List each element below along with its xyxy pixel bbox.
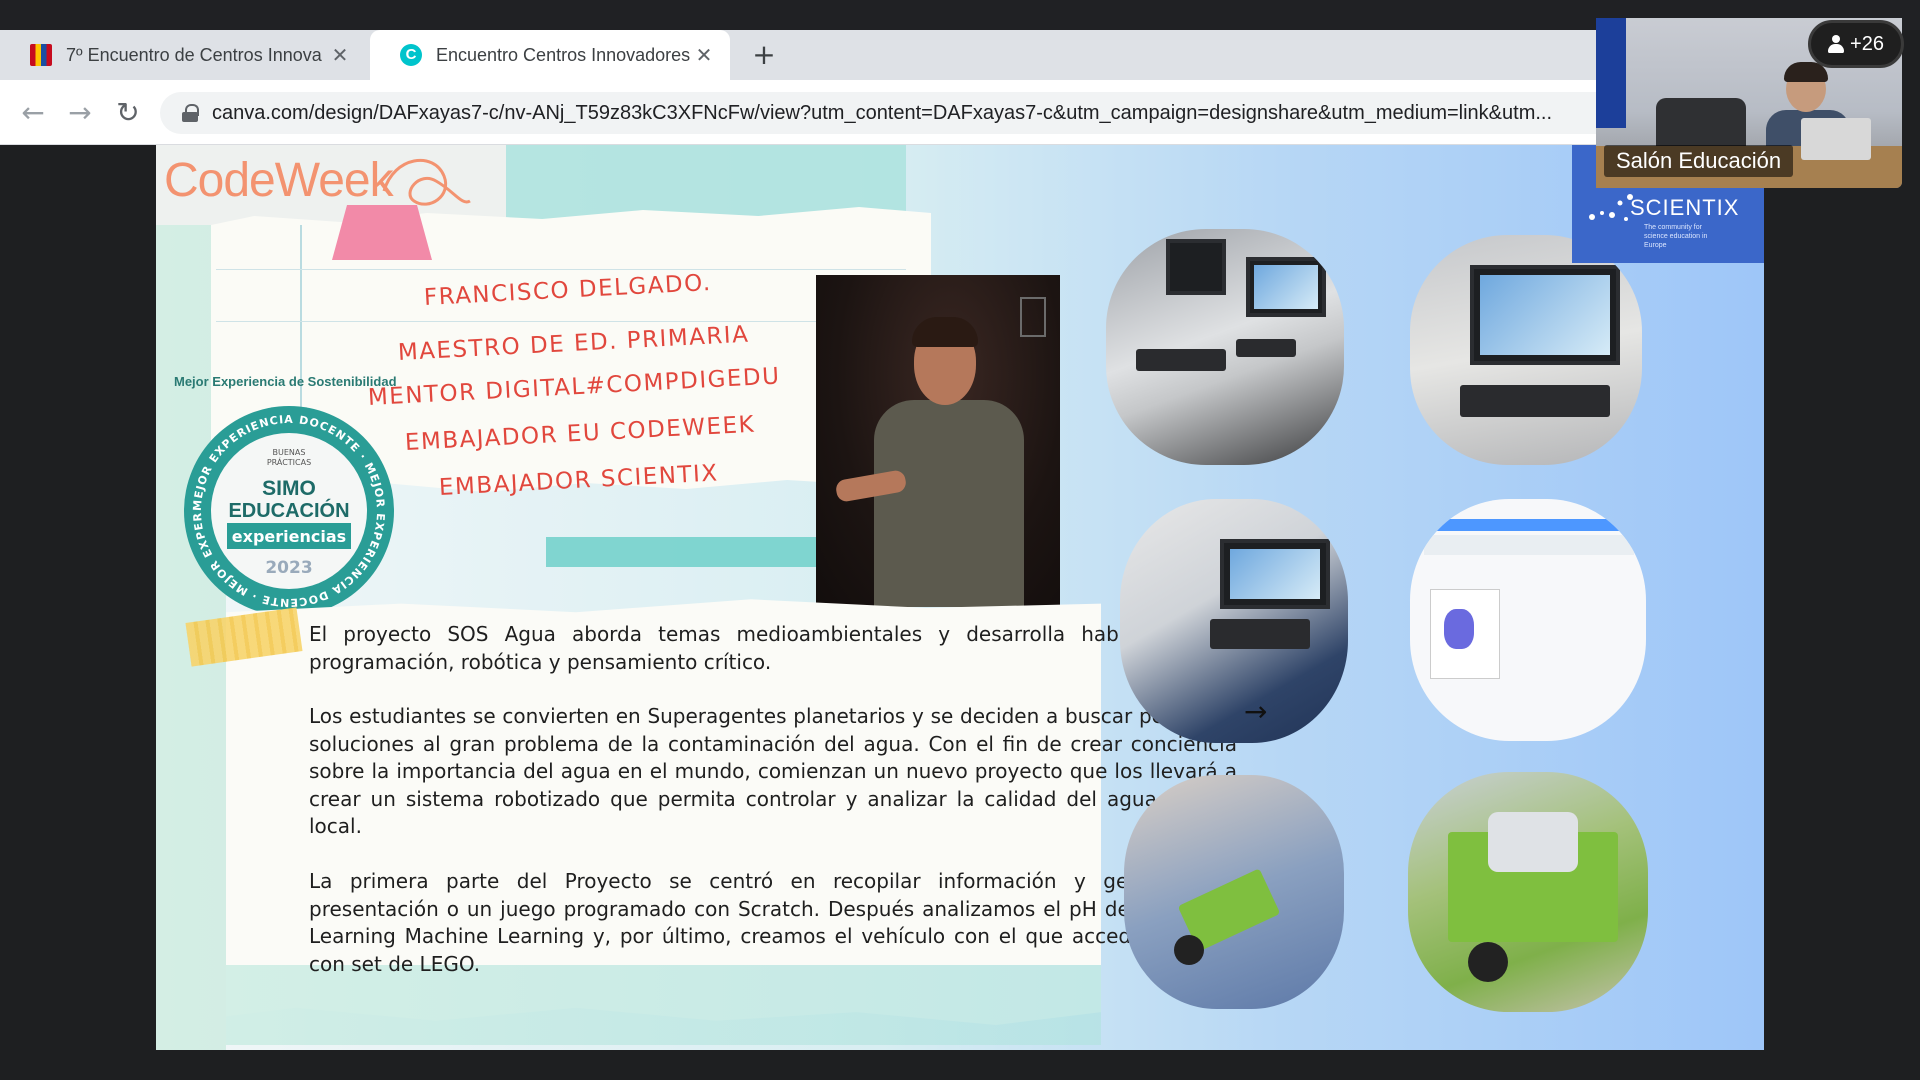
keyboard: [1210, 619, 1310, 649]
person-icon: [1828, 35, 1845, 53]
cursor-arrow-icon: →: [1244, 695, 1268, 728]
monitor-screen: [1254, 265, 1318, 309]
speaker-photo: [816, 275, 1060, 607]
scratch-screenshot-photo: [1410, 499, 1646, 741]
lego-vehicle-hands-photo: [1124, 775, 1344, 1009]
reload-icon[interactable]: ↻: [110, 95, 146, 131]
eu-flag: [1596, 18, 1626, 128]
award-title: Mejor Experiencia de Sostenibilidad: [174, 374, 397, 389]
award-line1: BUENAS: [273, 448, 306, 457]
student-laptop-photo: [1120, 499, 1348, 743]
scientix-tagline: The community for science education in E…: [1644, 224, 1708, 249]
bottom-bar: [0, 1050, 1920, 1080]
award-year: 2023: [265, 558, 312, 578]
forward-arrow-icon[interactable]: →: [62, 95, 98, 131]
lego-wheel: [1174, 935, 1204, 965]
lego-robot-photo: [1408, 772, 1648, 1012]
lego-wheel: [1468, 942, 1508, 982]
keyboard: [1460, 385, 1610, 417]
scientix-dots-icon: [1589, 194, 1633, 221]
plus-icon[interactable]: +: [747, 38, 781, 72]
exit-sign: [1020, 297, 1046, 337]
laptop-screen: [1230, 549, 1320, 599]
codeweek-logo: CodeWeek: [164, 154, 394, 207]
lego-hub: [1488, 812, 1578, 872]
url-text[interactable]: canva.com/design/DAFxayas7-c/nv-ANj_T59z…: [212, 102, 1552, 125]
keyboard: [1136, 349, 1226, 371]
award-ribbon: experiencias: [232, 527, 346, 546]
close-icon[interactable]: ✕: [694, 43, 714, 68]
address-bar[interactable]: canva.com/design/DAFxayas7-c/nv-ANj_T59z…: [160, 92, 1600, 134]
description-paragraph: La primera parte del Proyecto se centró …: [309, 869, 1237, 976]
computer-scratch-photo: [1410, 235, 1642, 465]
scratch-toolbar: [1424, 535, 1634, 555]
scientix-name: SCIENTIX: [1630, 195, 1740, 220]
canva-favicon-icon: [400, 44, 422, 66]
participants-count: +26: [1850, 32, 1884, 55]
laptop: [1801, 118, 1871, 160]
description-paragraph: Los estudiantes se convierten en Superag…: [309, 704, 1237, 838]
monitor: [1166, 239, 1226, 295]
site-favicon-icon: [30, 44, 52, 66]
tab-title: Encuentro Centros Innovadores: [436, 44, 691, 65]
pink-clip-decoration: [332, 205, 432, 260]
monitor: [1470, 265, 1620, 365]
camera-label: Salón Educación: [1604, 145, 1794, 177]
scratch-cat-sprite: [1444, 609, 1474, 649]
award-line2: PRÁCTICAS: [267, 456, 311, 467]
back-arrow-icon[interactable]: ←: [15, 95, 51, 131]
monitor-screen: [1480, 275, 1610, 355]
monitor: [1246, 257, 1326, 317]
presentation-slide: CodeWeek FRANCISCO DELGADO. MAESTRO DE E…: [156, 145, 1764, 1050]
lock-icon[interactable]: [182, 104, 199, 122]
speaker-body: [874, 400, 1024, 607]
paper-rule-line: [216, 321, 906, 322]
award-seal: MEJOR EXPERIENCIA DOCENTE · MEJOR EXPERI…: [181, 403, 394, 616]
description-paragraph: El proyecto SOS Agua aborda temas medioa…: [309, 622, 1237, 674]
scratch-menubar: [1424, 519, 1634, 531]
participants-badge[interactable]: +26: [1808, 20, 1904, 68]
paper-rule-line: [216, 269, 906, 270]
tab-canva-encuentro[interactable]: Encuentro Centros Innovadores ✕: [370, 30, 730, 80]
award-brand2: EDUCACIÓN: [228, 498, 349, 522]
close-icon[interactable]: ✕: [330, 43, 350, 68]
tab-title: 7º Encuentro de Centros Innova: [66, 44, 322, 65]
keyboard: [1236, 339, 1296, 357]
speaker-hair: [912, 317, 978, 347]
award-brand1: SIMO: [262, 477, 316, 500]
laptop: [1220, 539, 1330, 609]
classroom-computers-photo: [1106, 229, 1344, 465]
tab-encuentro-centros-innova[interactable]: 7º Encuentro de Centros Innova ✕: [0, 30, 366, 80]
